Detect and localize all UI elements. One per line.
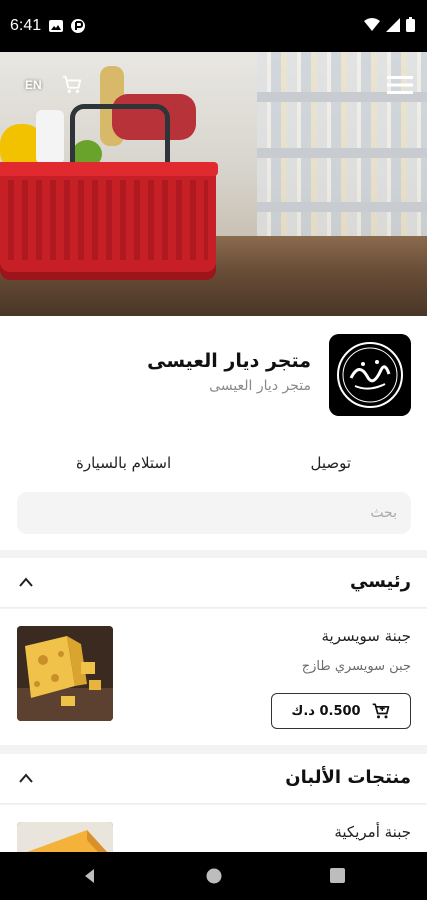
shelf-line [257, 148, 427, 158]
signal-icon [386, 17, 400, 32]
chevron-up-icon[interactable] [18, 772, 34, 784]
section-header-main[interactable]: رئيسي [0, 558, 427, 608]
back-icon[interactable] [82, 868, 98, 884]
status-bar: 6:41 [0, 0, 427, 52]
section-title: رئيسي [350, 571, 411, 592]
section-header-dairy[interactable]: منتجات الألبان [0, 754, 427, 804]
add-to-cart-icon [372, 703, 389, 719]
section-title: منتجات الألبان [285, 767, 411, 788]
product-name: جبنة أمريكية [334, 823, 411, 841]
basket-rim [0, 162, 218, 176]
language-toggle[interactable]: EN [25, 78, 42, 92]
battery-icon [406, 17, 415, 32]
gallery-notification-icon [49, 20, 63, 32]
cart-icon[interactable] [61, 74, 83, 96]
add-to-cart-price-button[interactable]: 0.500 د.ك [271, 693, 411, 729]
store-name: متجر ديار العيسى [147, 350, 311, 372]
cheese-product-image [17, 626, 113, 721]
wifi-icon [364, 17, 380, 31]
product-card[interactable]: جبنة أمريكية [0, 805, 427, 852]
shopping-basket-image [0, 168, 216, 280]
store-info-panel: متجر ديار العيسى متجر ديار العيسى توصيل … [0, 316, 427, 550]
status-indicators [364, 17, 415, 32]
basket-grid [8, 180, 208, 260]
hero-banner: EN [0, 52, 427, 316]
app-notification-icon [71, 19, 85, 33]
product-name: جبنة سويسرية [321, 627, 411, 645]
product-card[interactable]: جبنة سويسرية جبن سويسري طازج 0.500 د.ك [0, 609, 427, 745]
app-screen: 6:41 EN متجر ديار العيسى متجر ديار العيس… [0, 0, 427, 900]
tab-car-pickup[interactable]: استلام بالسيارة [76, 454, 171, 472]
basket-food-item [36, 110, 64, 164]
chevron-up-icon[interactable] [18, 576, 34, 588]
product-price: 0.500 د.ك [291, 703, 361, 719]
tab-delivery[interactable]: توصيل [310, 454, 351, 472]
system-navigation-bar [0, 852, 427, 900]
store-logo [329, 334, 411, 416]
status-time: 6:41 [10, 17, 42, 34]
home-icon[interactable] [206, 868, 222, 884]
shelf-line [257, 202, 427, 212]
american-cheese-product-image [17, 822, 113, 852]
store-subtitle: متجر ديار العيسى [209, 378, 311, 394]
search-input[interactable] [17, 492, 411, 534]
hamburger-menu-icon[interactable] [387, 74, 413, 96]
product-description: جبن سويسري طازج [301, 659, 411, 674]
recent-apps-icon[interactable] [330, 868, 345, 883]
